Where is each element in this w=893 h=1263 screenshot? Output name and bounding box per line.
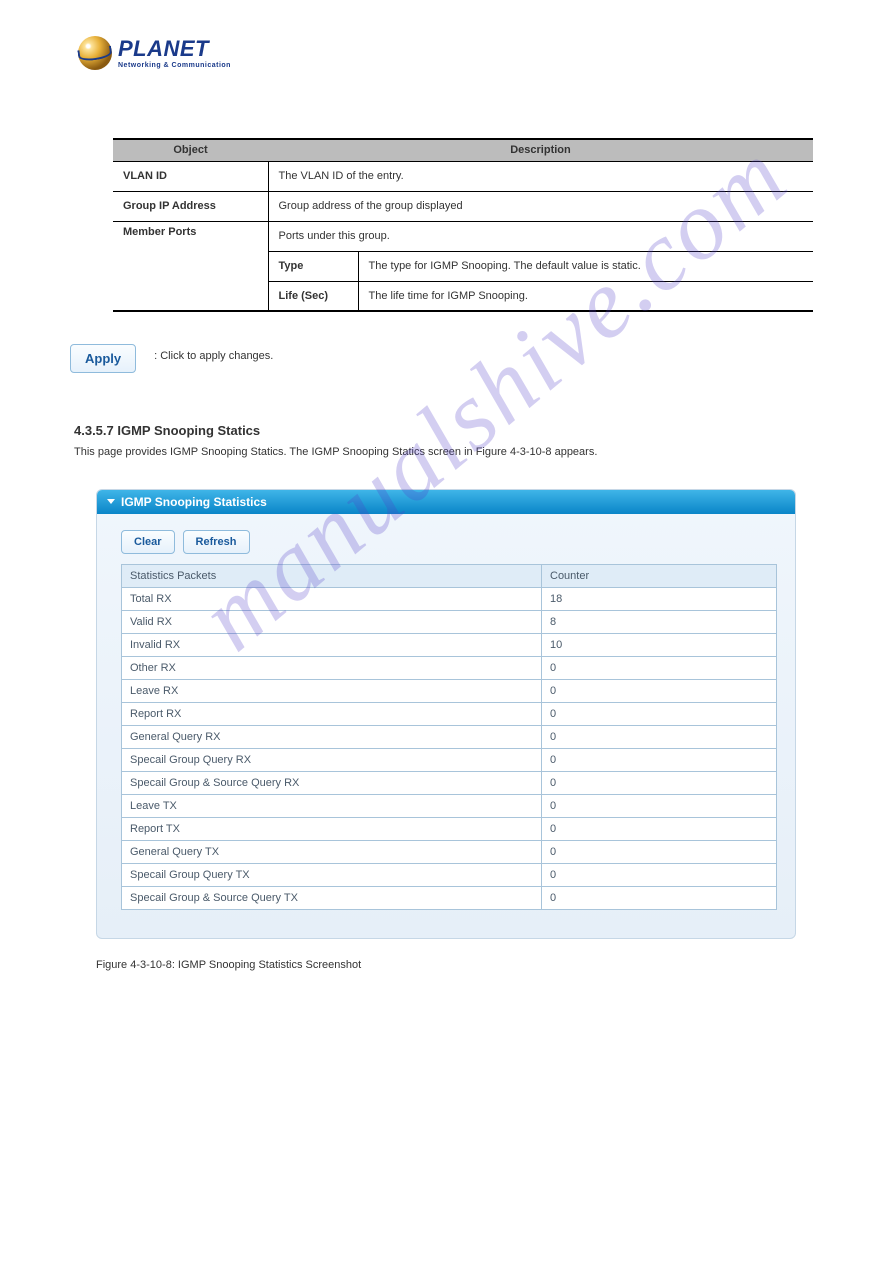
stat-value: 0 bbox=[542, 679, 777, 702]
stat-value: 10 bbox=[542, 633, 777, 656]
table-row: Specail Group Query RX0 bbox=[122, 748, 777, 771]
table-row: Group IP Address Group address of the gr… bbox=[113, 191, 813, 221]
stat-label: General Query TX bbox=[122, 840, 542, 863]
stat-value: 0 bbox=[542, 748, 777, 771]
table-row: Specail Group Query TX0 bbox=[122, 863, 777, 886]
stat-label: Report TX bbox=[122, 817, 542, 840]
section-heading: 4.3.5.7 IGMP Snooping Statics bbox=[74, 423, 893, 438]
stat-value: 0 bbox=[542, 863, 777, 886]
table-row: Specail Group & Source Query RX0 bbox=[122, 771, 777, 794]
col-header-packets: Statistics Packets bbox=[122, 564, 542, 587]
table-row: Leave TX0 bbox=[122, 794, 777, 817]
stat-value: 0 bbox=[542, 725, 777, 748]
figure-caption: Figure 4-3-10-8: IGMP Snooping Statistic… bbox=[96, 959, 893, 971]
section-description: This page provides IGMP Snooping Statics… bbox=[74, 444, 893, 461]
table-row: Total RX18 bbox=[122, 587, 777, 610]
table-row: VLAN ID The VLAN ID of the entry. bbox=[113, 161, 813, 191]
table-row: Specail Group & Source Query TX0 bbox=[122, 886, 777, 909]
cell-desc: The VLAN ID of the entry. bbox=[268, 161, 813, 191]
table-row: Other RX0 bbox=[122, 656, 777, 679]
cell-object: VLAN ID bbox=[113, 161, 268, 191]
stat-label: Valid RX bbox=[122, 610, 542, 633]
col-header-description: Description bbox=[268, 139, 813, 161]
stat-label: Specail Group Query TX bbox=[122, 863, 542, 886]
table-row: Report RX0 bbox=[122, 702, 777, 725]
apply-button[interactable]: Apply bbox=[70, 344, 136, 373]
statistics-table: Statistics Packets Counter Total RX18Val… bbox=[121, 564, 777, 910]
object-description-table: Object Description VLAN ID The VLAN ID o… bbox=[113, 138, 813, 312]
apply-description: : Click to apply changes. bbox=[154, 344, 273, 362]
stat-value: 0 bbox=[542, 840, 777, 863]
logo-subtitle: Networking & Communication bbox=[118, 62, 231, 69]
table-row: General Query TX0 bbox=[122, 840, 777, 863]
stat-value: 0 bbox=[542, 794, 777, 817]
table-row: General Query RX0 bbox=[122, 725, 777, 748]
col-header-counter: Counter bbox=[542, 564, 777, 587]
stat-value: 18 bbox=[542, 587, 777, 610]
table-row: Report TX0 bbox=[122, 817, 777, 840]
clear-button[interactable]: Clear bbox=[121, 530, 175, 554]
logo: PLANET Networking & Communication bbox=[0, 0, 893, 70]
stat-value: 0 bbox=[542, 817, 777, 840]
cell-object: Member Ports bbox=[113, 221, 268, 311]
panel-header[interactable]: IGMP Snooping Statistics bbox=[97, 490, 795, 514]
table-row: Member Ports Ports under this group. bbox=[113, 221, 813, 251]
stat-label: Leave RX bbox=[122, 679, 542, 702]
logo-globe-icon bbox=[78, 36, 112, 70]
stat-value: 0 bbox=[542, 771, 777, 794]
logo-title: PLANET bbox=[118, 36, 231, 62]
stat-value: 8 bbox=[542, 610, 777, 633]
stat-label: Report RX bbox=[122, 702, 542, 725]
stat-label: Specail Group Query RX bbox=[122, 748, 542, 771]
stat-label: General Query RX bbox=[122, 725, 542, 748]
chevron-down-icon bbox=[107, 499, 115, 504]
table-row: Invalid RX10 bbox=[122, 633, 777, 656]
stat-value: 0 bbox=[542, 886, 777, 909]
cell-desc: Ports under this group. bbox=[268, 221, 813, 251]
stat-label: Leave TX bbox=[122, 794, 542, 817]
cell-desc: The life time for IGMP Snooping. bbox=[358, 281, 813, 311]
table-row: Leave RX0 bbox=[122, 679, 777, 702]
stat-label: Total RX bbox=[122, 587, 542, 610]
stat-label: Other RX bbox=[122, 656, 542, 679]
cell-desc: Group address of the group displayed bbox=[268, 191, 813, 221]
cell-sub: Life (Sec) bbox=[268, 281, 358, 311]
cell-desc: The type for IGMP Snooping. The default … bbox=[358, 251, 813, 281]
igmp-statistics-panel: IGMP Snooping Statistics Clear Refresh S… bbox=[96, 489, 796, 939]
table-row: Valid RX8 bbox=[122, 610, 777, 633]
stat-label: Specail Group & Source Query TX bbox=[122, 886, 542, 909]
panel-title: IGMP Snooping Statistics bbox=[121, 495, 267, 509]
stat-value: 0 bbox=[542, 702, 777, 725]
cell-object: Group IP Address bbox=[113, 191, 268, 221]
refresh-button[interactable]: Refresh bbox=[183, 530, 250, 554]
col-header-object: Object bbox=[113, 139, 268, 161]
stat-label: Invalid RX bbox=[122, 633, 542, 656]
stat-value: 0 bbox=[542, 656, 777, 679]
cell-sub: Type bbox=[268, 251, 358, 281]
stat-label: Specail Group & Source Query RX bbox=[122, 771, 542, 794]
